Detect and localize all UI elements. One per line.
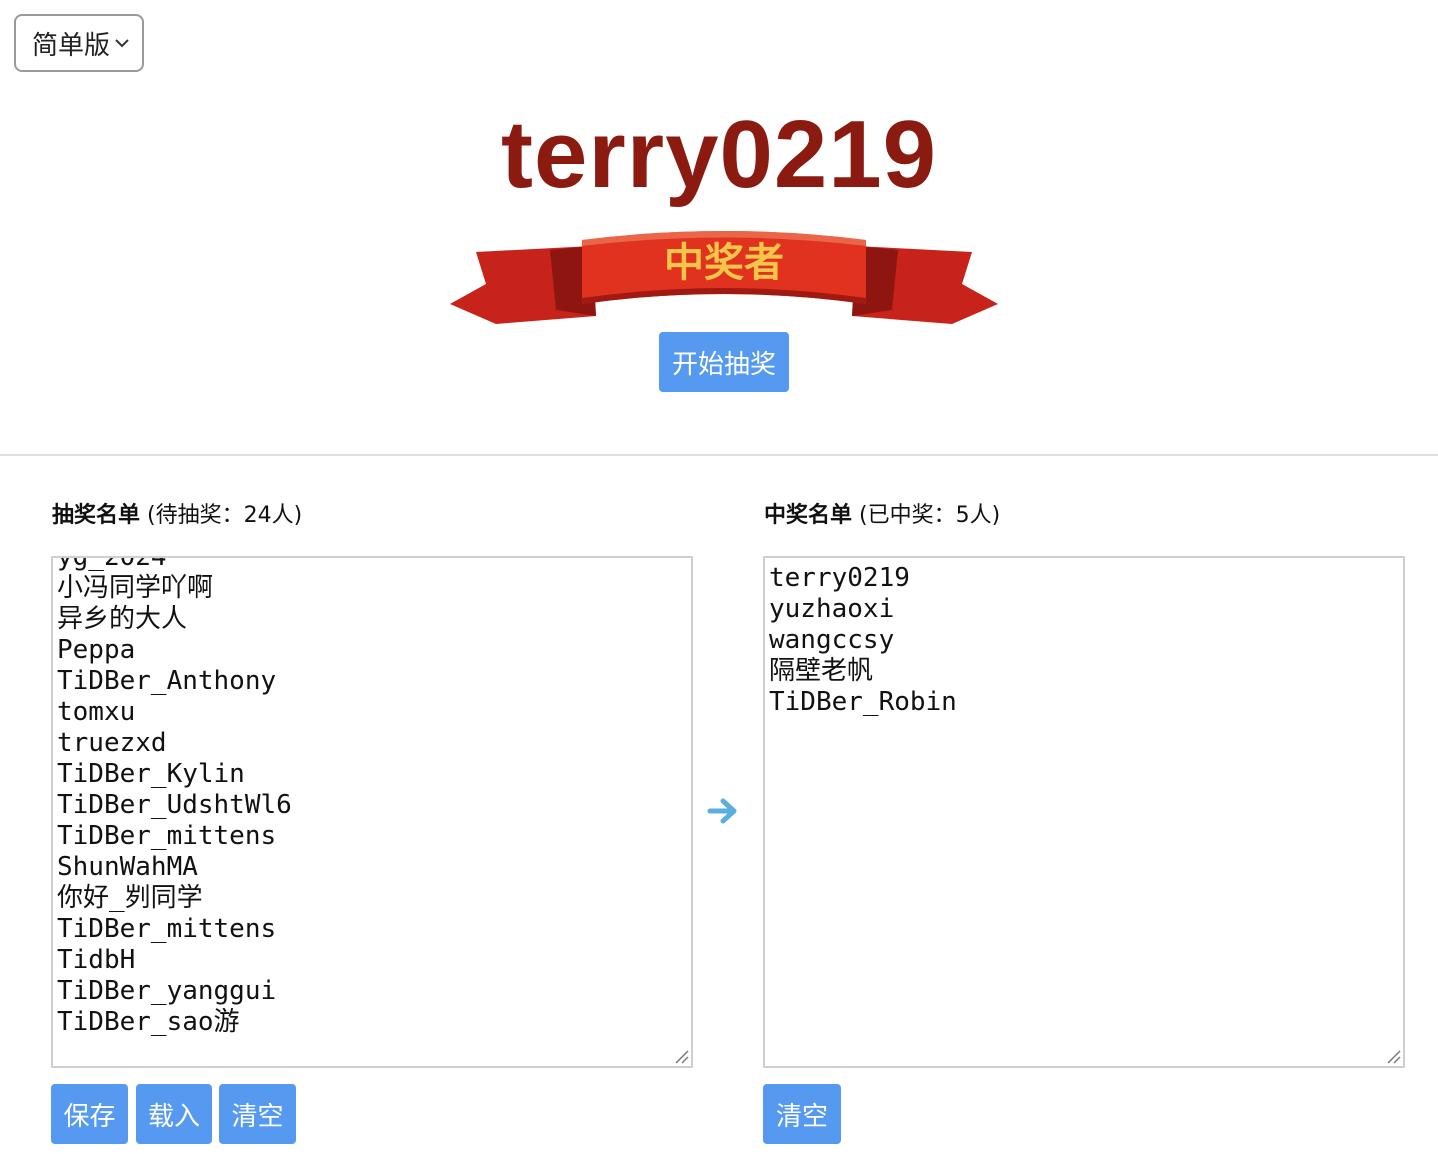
winner-list-header: 中奖名单 (已中奖：5人) [764,500,1000,532]
list-item: truezxd [57,728,167,758]
mode-select[interactable]: 简单版 [14,14,144,72]
mode-select-value: 简单版 [32,30,111,61]
list-item: TiDBer_mittens [57,821,277,851]
list-item: TidbH [57,945,136,975]
draw-list-status: (待抽奖：24人) [147,503,303,528]
start-draw-button[interactable]: 开始抽奖 [659,332,789,392]
list-item: TiDBer_yanggui [57,976,277,1006]
list-item: TiDBer_Anthony [57,666,277,696]
clear-draw-list-button[interactable]: 清空 [219,1084,296,1144]
draw-list-title: 抽奖名单 [52,503,141,528]
winner-ribbon-banner: 中奖者 [450,231,998,324]
winner-list-status: (已中奖：5人) [859,503,1001,528]
resize-handle-icon[interactable] [1385,1048,1401,1064]
list-item: 隔壁老帆 [769,656,874,686]
list-item: TiDBer_Kylin [57,759,245,789]
list-item: terry0219 [769,563,910,593]
list-item: TiDBer_Robin [769,687,957,717]
list-item: wangccsy [769,625,895,655]
list-item: yuzhaoxi [769,594,895,624]
draw-list-textarea[interactable]: yg_2024 小冯同学吖啊 异乡的大人 Peppa TiDBer_Anthony to… [51,556,693,1068]
winner-list-title: 中奖名单 [764,503,853,528]
list-item-partial: yg_2024 [57,556,167,572]
chevron-down-icon [115,39,129,48]
list-item: tomxu [57,697,136,727]
resize-handle-icon[interactable] [673,1048,689,1064]
list-item: 小冯同学吖啊 [57,573,214,603]
winner-list-textarea[interactable]: terry0219 yuzhaoxi wangccsy 隔壁老帆 TiDBer_Robi… [763,556,1405,1068]
ribbon-text: 中奖者 [664,240,784,286]
load-button[interactable]: 载入 [136,1084,212,1144]
section-divider [0,454,1438,456]
clear-winner-list-button[interactable]: 清空 [763,1084,841,1144]
arrow-right-icon [707,798,737,824]
save-button[interactable]: 保存 [51,1084,128,1144]
list-item: TiDBer_sao游 [57,1007,240,1037]
list-item: ShunWahMA [57,852,198,882]
winner-name: terry0219 [500,101,938,208]
list-item: TiDBer_UdshtWl6 [57,790,292,820]
list-item: Peppa [57,635,136,665]
list-item: 异乡的大人 [57,604,188,634]
list-item: 你好_刿同学 [57,883,203,913]
draw-list-header: 抽奖名单 (待抽奖：24人) [52,500,302,532]
list-item: TiDBer_mittens [57,914,277,944]
